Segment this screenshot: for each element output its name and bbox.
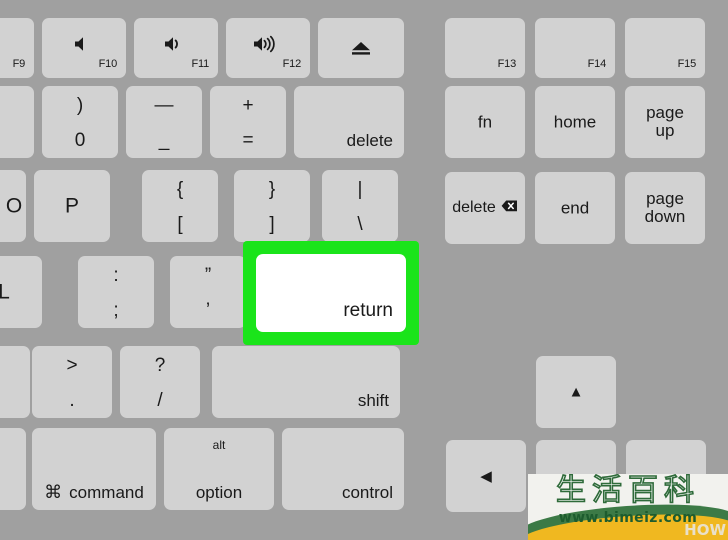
key-backslash[interactable]: | \ [322,170,398,242]
watermark-corner-text: HOW [684,521,726,539]
key-backslash-lower: \ [357,214,363,235]
key-f15[interactable]: F15 [625,18,705,78]
key-f14-label: F14 [587,58,607,70]
key-f15-label: F15 [677,58,697,70]
key-delete-forward-text: delete [445,200,525,216]
site-watermark: 生活百科 www.bimeiz.com HOW [528,474,728,540]
key-quote-upper: ” [204,265,212,286]
key-semicolon[interactable]: : ; [78,256,154,328]
key-slash-upper: ? [154,355,166,376]
key-f12[interactable]: F12 [226,18,310,78]
key-command-label: command [69,483,144,502]
key-f14[interactable]: F14 [535,18,615,78]
key-f12-label: F12 [282,58,302,70]
key-fn-label: fn [477,112,493,132]
key-home-label: home [553,112,597,132]
key-l-label: L [0,280,10,304]
key-delete-label: delete [346,131,393,150]
key-minus-lower: _ [158,130,170,151]
key-bracket-left[interactable]: { [ [142,170,218,242]
key-shift[interactable]: shift [212,346,400,418]
key-fn[interactable]: fn [445,86,525,158]
key-backslash-upper: | [357,179,363,200]
key-option[interactable]: alt option [164,428,274,510]
key-arrow-up[interactable]: ▲ [536,356,616,428]
key-slash[interactable]: ? / [120,346,200,418]
key-bracket-right-upper: } [268,179,276,200]
key-home[interactable]: home [535,86,615,158]
key-zero[interactable]: ) 0 [42,86,118,158]
key-minus-upper: — [154,95,174,116]
key-o[interactable]: O [0,170,26,242]
key-f10[interactable]: F10 [42,18,126,78]
volume-medium-icon [134,32,218,56]
key-bracket-left-upper: { [176,179,184,200]
key-control-label: control [341,483,393,502]
key-bracket-right[interactable]: } ] [234,170,310,242]
key-slash-lower: / [157,390,163,411]
key-arrow-left[interactable]: ◀ [446,440,526,512]
key-page-up-label: page up [646,103,684,140]
key-equal-lower: = [242,130,254,151]
key-p-label: P [64,194,79,218]
key-comma[interactable] [0,346,30,418]
key-bracket-left-lower: [ [177,214,183,235]
key-bracket-right-lower: ] [269,214,275,235]
key-f11[interactable]: F11 [134,18,218,78]
key-eject[interactable] [318,18,404,78]
key-f13-label: F13 [497,58,517,70]
key-end-label: end [560,198,590,218]
key-semicolon-upper: : [113,265,119,286]
key-page-up[interactable]: page up [625,86,705,158]
key-shift-label: shift [357,391,389,410]
key-equal-upper: + [242,95,254,116]
key-command[interactable]: ⌘ command [32,428,156,510]
volume-low-icon [42,32,126,56]
key-f9[interactable]: F9 [0,18,34,78]
key-semicolon-lower: ; [113,300,119,321]
key-quote[interactable]: ” ’ [170,256,246,328]
key-return-label: return [343,300,393,321]
key-p[interactable]: P [34,170,110,242]
key-zero-upper: ) [76,95,84,116]
key-quote-lower: ’ [205,300,211,321]
command-glyph-icon: ⌘ [44,482,63,502]
key-delete-forward-label: delete [452,199,496,217]
keyboard-image: F9 F10 F11 F12) 0 — _ + = delete O P {… [0,0,728,540]
arrow-up-icon: ▲ [568,383,584,401]
key-period-upper: > [66,355,78,376]
key-command-text: ⌘ command [32,483,156,501]
key-period[interactable]: > . [32,346,112,418]
key-control[interactable]: control [282,428,404,510]
arrow-left-icon: ◀ [480,468,492,485]
key-return[interactable]: return [256,254,406,332]
key-equal[interactable]: + = [210,86,286,158]
key-f10-label: F10 [98,58,118,70]
volume-high-icon [226,32,310,56]
key-f13[interactable]: F13 [445,18,525,78]
key-option-label: option [195,483,243,502]
key-period-lower: . [69,390,75,411]
eject-icon [318,36,404,60]
key-zero-lower: 0 [74,130,86,151]
key-delete[interactable]: delete [294,86,404,158]
watermark-chinese-text: 生活百科 [555,474,700,508]
key-nine[interactable] [0,86,34,158]
delete-forward-icon [501,200,518,216]
key-capslock-partial[interactable] [0,428,26,510]
key-minus[interactable]: — _ [126,86,202,158]
key-f11-label: F11 [191,58,209,70]
key-end[interactable]: end [535,172,615,244]
key-page-down[interactable]: page down [625,172,705,244]
key-option-alt-label: alt [212,438,226,452]
key-page-down-label: page down [644,189,686,226]
key-l[interactable]: L [0,256,42,328]
key-f9-label: F9 [12,58,26,70]
key-delete-forward[interactable]: delete [445,172,525,244]
